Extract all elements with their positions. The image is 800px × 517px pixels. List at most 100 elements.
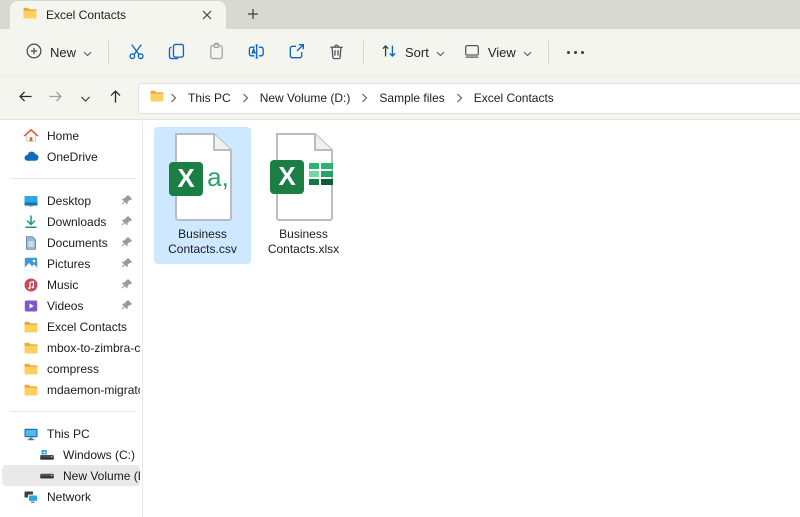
copy-button[interactable]: [156, 35, 196, 71]
rename-icon: [247, 42, 266, 64]
new-button[interactable]: New: [16, 35, 101, 70]
delete-button[interactable]: [316, 35, 356, 71]
new-tab-button[interactable]: [240, 3, 266, 27]
back-button[interactable]: [10, 83, 40, 113]
breadcrumb-this-pc[interactable]: This PC: [182, 88, 237, 108]
sidebar-item-videos[interactable]: Videos: [2, 295, 140, 316]
sidebar-item-onedrive[interactable]: OneDrive: [2, 146, 140, 167]
rename-button[interactable]: [236, 35, 276, 71]
sidebar-item-label: This PC: [47, 426, 90, 441]
svg-text:X: X: [278, 161, 296, 191]
arrow-up-icon: [107, 88, 124, 108]
sidebar-item-windows-c[interactable]: Windows (C:): [2, 444, 140, 465]
downloads-icon: [23, 214, 39, 230]
sidebar-item-label: Pictures: [47, 256, 91, 271]
sidebar-item-documents[interactable]: Documents: [2, 232, 140, 253]
sidebar-divider: [10, 178, 136, 179]
sidebar-item-label: Documents: [47, 235, 108, 250]
sidebar-item-label: mdaemon-migrator: [47, 382, 140, 397]
view-button[interactable]: View: [454, 35, 541, 70]
file-list-area[interactable]: X a, Business Contacts.csv X Business Co…: [143, 121, 800, 517]
breadcrumb-new-volume-d[interactable]: New Volume (D:): [254, 88, 357, 108]
share-button[interactable]: [276, 35, 316, 71]
forward-button[interactable]: [40, 83, 70, 113]
sidebar-item-label: Desktop: [47, 193, 92, 208]
svg-text:X: X: [177, 163, 195, 193]
chevron-down-icon: [83, 45, 92, 60]
arrow-left-icon: [17, 88, 34, 108]
recent-locations-button[interactable]: [70, 83, 100, 113]
toolbar-separator: [547, 40, 549, 65]
drive-icon: [39, 468, 55, 484]
explorer-content: Home OneDrive Desktop Downloads Document…: [0, 121, 800, 517]
cut-button[interactable]: [116, 35, 156, 71]
tab-close-button[interactable]: [196, 4, 218, 26]
sidebar-item-label: Videos: [47, 298, 84, 313]
sidebar-item-label: OneDrive: [47, 149, 98, 164]
file-business-contacts-csv[interactable]: X a, Business Contacts.csv: [154, 127, 251, 264]
toolbar-separator: [108, 40, 110, 65]
sidebar-item-downloads[interactable]: Downloads: [2, 211, 140, 232]
sidebar-item-compress[interactable]: compress: [2, 358, 140, 379]
music-icon: [23, 277, 39, 293]
sidebar-divider: [10, 411, 136, 412]
pin-icon: [120, 215, 133, 231]
up-button[interactable]: [100, 83, 130, 113]
title-bar: Excel Contacts: [0, 0, 800, 29]
sidebar-item-label: Music: [47, 277, 79, 292]
file-name: Business Contacts.xlsx: [267, 227, 340, 256]
ellipsis-icon: [567, 51, 585, 54]
toolbar-separator: [363, 40, 365, 65]
sidebar-item-network[interactable]: Network: [2, 486, 140, 507]
command-toolbar: New Sort View: [0, 29, 800, 77]
folder-icon: [23, 382, 39, 398]
breadcrumb-excel-contacts[interactable]: Excel Contacts: [468, 88, 560, 108]
sidebar-item-this-pc[interactable]: This PC: [2, 423, 140, 444]
pin-icon: [120, 194, 133, 210]
sidebar-item-mbox-to-zimbra[interactable]: mbox-to-zimbra-con: [2, 337, 140, 358]
desktop-icon: [23, 193, 39, 209]
chevron-down-icon: [80, 91, 91, 106]
share-icon: [287, 42, 306, 64]
more-options-button[interactable]: [556, 35, 596, 71]
navigation-pane: Home OneDrive Desktop Downloads Document…: [0, 121, 143, 517]
view-icon: [463, 42, 481, 63]
sidebar-item-mdaemon-migrator[interactable]: mdaemon-migrator: [2, 379, 140, 400]
sidebar-item-home[interactable]: Home: [2, 125, 140, 146]
arrow-right-icon: [47, 88, 64, 108]
windows-drive-icon: [39, 447, 55, 463]
paste-button[interactable]: [196, 35, 236, 71]
clipboard-icon: [207, 41, 226, 64]
sidebar-item-label: mbox-to-zimbra-con: [47, 340, 140, 355]
pin-icon: [120, 299, 133, 315]
breadcrumb-sample-files[interactable]: Sample files: [373, 88, 450, 108]
videos-icon: [23, 298, 39, 314]
chevron-right-icon: [455, 93, 464, 103]
sidebar-item-new-volume-d[interactable]: New Volume (D:): [2, 465, 140, 486]
plus-circle-icon: [25, 42, 43, 63]
chevron-right-icon: [169, 93, 178, 103]
folder-icon: [149, 88, 165, 109]
sidebar-item-excel-contacts[interactable]: Excel Contacts: [2, 316, 140, 337]
sidebar-item-pictures[interactable]: Pictures: [2, 253, 140, 274]
sidebar-item-music[interactable]: Music: [2, 274, 140, 295]
address-bar-row: This PC New Volume (D:) Sample files Exc…: [0, 77, 800, 120]
chevron-down-icon: [436, 45, 445, 60]
file-name: Business Contacts.csv: [168, 227, 237, 256]
new-button-label: New: [50, 45, 77, 60]
computer-icon: [23, 426, 39, 442]
tab-title: Excel Contacts: [46, 8, 127, 22]
sort-button[interactable]: Sort: [371, 35, 454, 70]
folder-icon: [22, 5, 38, 26]
explorer-tab[interactable]: Excel Contacts: [10, 1, 226, 29]
svg-text:a,: a,: [207, 162, 229, 192]
sidebar-item-label: compress: [47, 361, 100, 376]
network-icon: [23, 489, 39, 505]
copy-icon: [167, 42, 186, 64]
address-breadcrumb-bar[interactable]: This PC New Volume (D:) Sample files Exc…: [138, 82, 800, 114]
sidebar-item-label: Excel Contacts: [47, 319, 128, 334]
pin-icon: [120, 236, 133, 252]
folder-icon: [23, 340, 39, 356]
sidebar-item-desktop[interactable]: Desktop: [2, 190, 140, 211]
file-business-contacts-xlsx[interactable]: X Business Contacts.xlsx: [255, 127, 352, 264]
